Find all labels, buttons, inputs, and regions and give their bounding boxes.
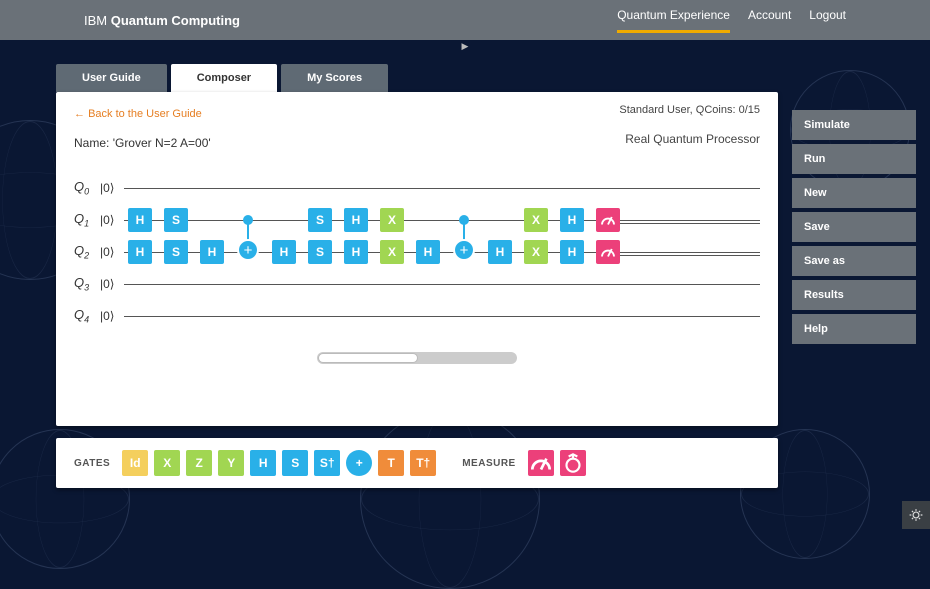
z-gate[interactable]: Z (186, 450, 212, 476)
h-gate[interactable]: H (128, 240, 152, 264)
scroll-thumb[interactable] (318, 353, 418, 363)
classical-wire (620, 252, 760, 253)
y-gate[interactable]: Y (218, 450, 244, 476)
run-button[interactable]: Run (792, 144, 916, 174)
brand-prefix: IBM (84, 13, 111, 28)
qubit-row-1: Q1|0⟩HSSHXXH (74, 204, 760, 236)
h-gate[interactable]: H (560, 240, 584, 264)
h-gate[interactable]: H (560, 208, 584, 232)
h-gate[interactable]: H (272, 240, 296, 264)
s-gate[interactable]: S (308, 208, 332, 232)
ket-label: |0⟩ (100, 181, 122, 195)
qubit-label: Q3 (74, 275, 100, 293)
measure-label: MEASURE (462, 458, 516, 469)
ket-label: |0⟩ (100, 245, 122, 259)
tabs: User GuideComposerMy Scores (56, 64, 930, 92)
gates-label: GATES (74, 458, 110, 469)
results-button[interactable]: Results (792, 280, 916, 310)
nav-account[interactable]: Account (748, 8, 791, 33)
ket-label: |0⟩ (100, 309, 122, 323)
x-gate[interactable]: X (524, 240, 548, 264)
qubit-row-4: Q4|0⟩ (74, 300, 760, 332)
qubit-label: Q1 (74, 211, 100, 229)
x-gate[interactable]: X (154, 450, 180, 476)
processor-label: Real Quantum Processor (625, 132, 760, 146)
action-sidebar: Simulate Run New Save Save as Results Help (792, 110, 916, 344)
qubit-row-2: Q2|0⟩HSH+HSHXH+HXH (74, 236, 760, 268)
tab-my-scores[interactable]: My Scores (281, 64, 388, 92)
composer-panel: ← Back to the User Guide Standard User, … (56, 92, 778, 426)
cnot-target[interactable]: + (453, 239, 475, 261)
x-gate[interactable]: X (380, 208, 404, 232)
back-link[interactable]: ← Back to the User Guide (74, 108, 202, 120)
classical-wire (620, 220, 760, 221)
tdg-gate[interactable]: T† (410, 450, 436, 476)
simulate-button[interactable]: Simulate (792, 110, 916, 140)
h-gate[interactable]: H (416, 240, 440, 264)
brand-main: Quantum Computing (111, 13, 240, 28)
h-gate[interactable]: H (128, 208, 152, 232)
help-button[interactable]: Help (792, 314, 916, 344)
nav-quantum-experience[interactable]: Quantum Experience (617, 8, 730, 33)
qubit-row-3: Q3|0⟩ (74, 268, 760, 300)
back-link-text: Back to the User Guide (88, 108, 202, 120)
top-bar: IBM Quantum Computing Quantum Experience… (0, 0, 930, 40)
circuit-scrollbar[interactable] (317, 352, 517, 364)
h-gate[interactable]: H (344, 208, 368, 232)
decoration-sphere (360, 409, 540, 589)
measure-z[interactable] (528, 450, 554, 476)
s-gate[interactable]: S (164, 208, 188, 232)
tab-composer[interactable]: Composer (171, 64, 277, 92)
gate-palette: GATES IdXZYHSS†+TT† MEASURE (56, 438, 778, 488)
ket-label: |0⟩ (100, 213, 122, 227)
save-as-button[interactable]: Save as (792, 246, 916, 276)
brand: IBM Quantum Computing (84, 13, 240, 28)
id-gate[interactable]: Id (122, 450, 148, 476)
s-gate[interactable]: S (308, 240, 332, 264)
tab-user-guide[interactable]: User Guide (56, 64, 167, 92)
name-value[interactable]: 'Grover N=2 A=00' (113, 136, 211, 150)
measure-gate[interactable] (596, 208, 620, 232)
ket-label: |0⟩ (100, 277, 122, 291)
h-gate[interactable]: H (344, 240, 368, 264)
new-button[interactable]: New (792, 178, 916, 208)
arrow-left-icon: ← (74, 108, 85, 120)
qubit-label: Q0 (74, 179, 100, 197)
user-info: Standard User, QCoins: 0/15 (619, 104, 760, 116)
cnot-gate[interactable]: + (346, 450, 372, 476)
x-gate[interactable]: X (524, 208, 548, 232)
x-gate[interactable]: X (380, 240, 404, 264)
s-gate[interactable]: S (282, 450, 308, 476)
expand-toggle-icon[interactable]: ▶ (0, 40, 930, 52)
sdg-gate[interactable]: S† (314, 450, 340, 476)
s-gate[interactable]: S (164, 240, 188, 264)
circuit-canvas[interactable]: Q0|0⟩Q1|0⟩HSSHXXHQ2|0⟩HSH+HSHXH+HXHQ3|0⟩… (74, 172, 760, 332)
top-nav: Quantum Experience Account Logout (617, 8, 846, 33)
name-label: Name: (74, 136, 113, 150)
bug-report-button[interactable] (902, 501, 930, 529)
nav-logout[interactable]: Logout (809, 8, 846, 33)
measure-bloch[interactable] (560, 450, 586, 476)
t-gate[interactable]: T (378, 450, 404, 476)
measure-gate[interactable] (596, 240, 620, 264)
qubit-label: Q2 (74, 243, 100, 261)
h-gate[interactable]: H (250, 450, 276, 476)
cnot-target[interactable]: + (237, 239, 259, 261)
save-button[interactable]: Save (792, 212, 916, 242)
bug-icon (909, 508, 923, 522)
qubit-row-0: Q0|0⟩ (74, 172, 760, 204)
h-gate[interactable]: H (488, 240, 512, 264)
h-gate[interactable]: H (200, 240, 224, 264)
qubit-label: Q4 (74, 307, 100, 325)
